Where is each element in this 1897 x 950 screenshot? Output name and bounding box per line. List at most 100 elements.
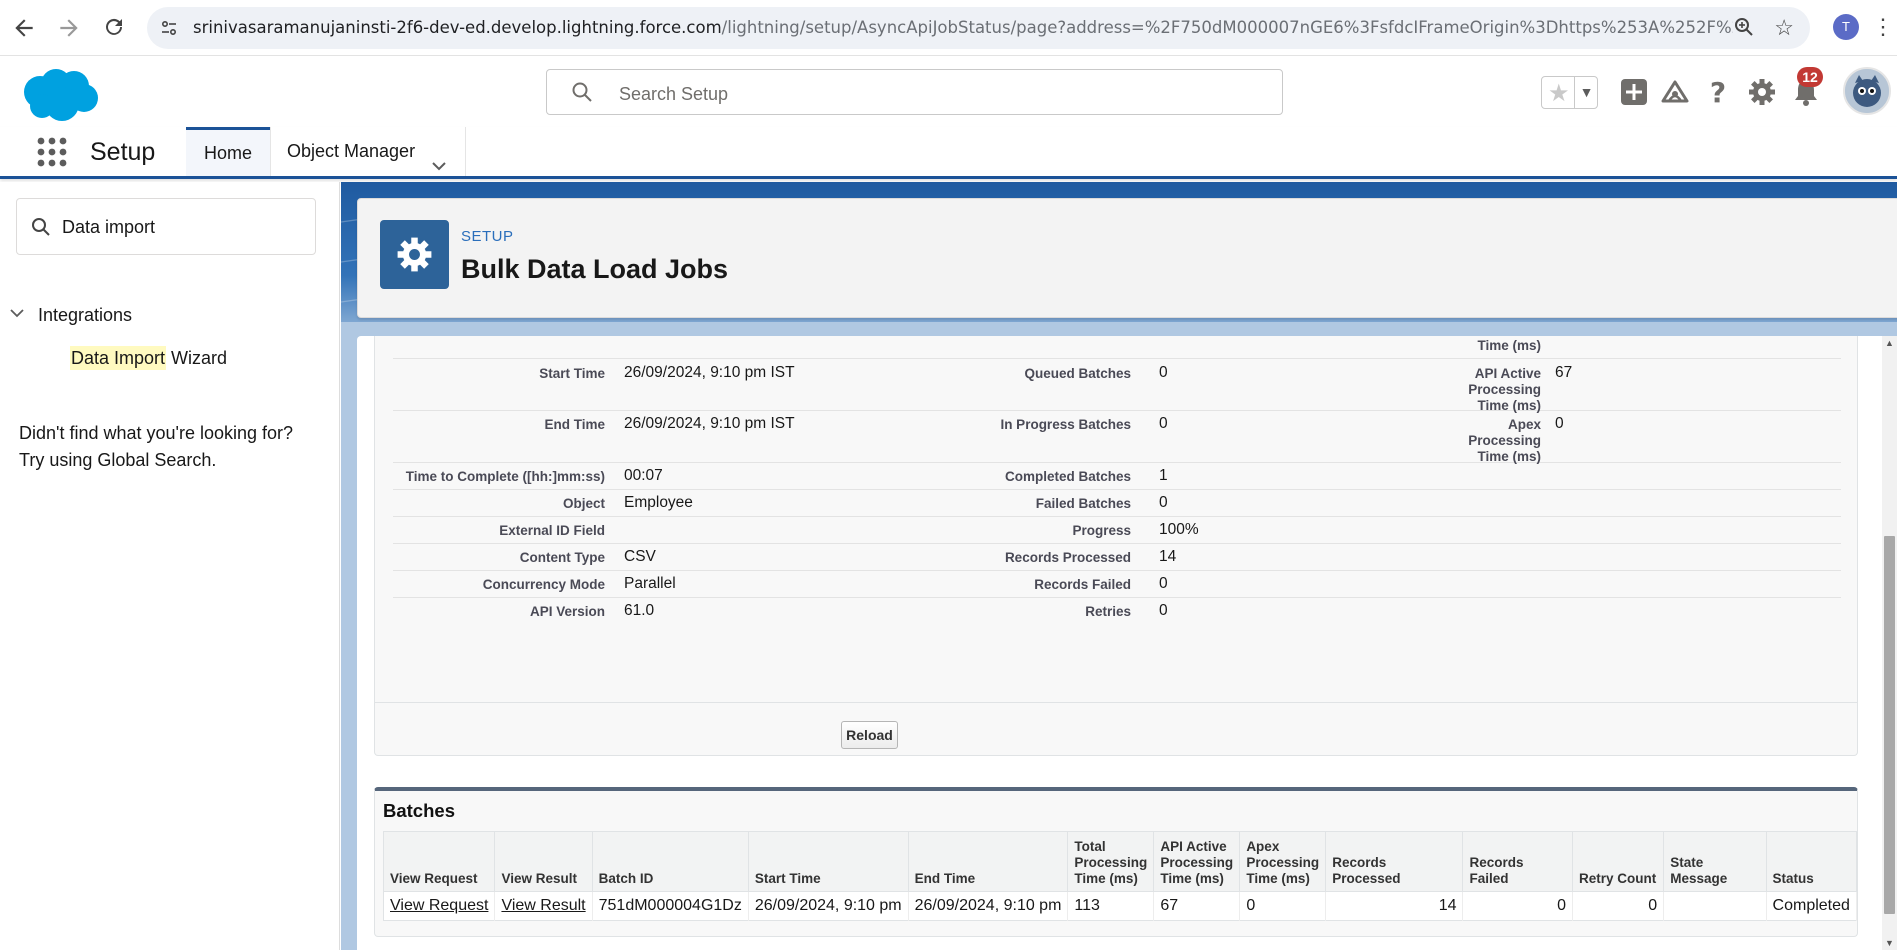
table-row: View Request View Result 751dM000004G1Dz… <box>383 891 1858 921</box>
field-value: 0 <box>1159 602 1168 619</box>
field-label: Records Processed <box>1004 550 1131 565</box>
tab-home[interactable]: Home <box>186 127 270 176</box>
table-header-row: View Request View Result Batch ID Start … <box>383 831 1858 892</box>
section-divider <box>375 702 1857 703</box>
reload-icon[interactable] <box>101 15 127 41</box>
field-label-line: Apex <box>1507 417 1541 432</box>
column-header: Status <box>1766 831 1858 892</box>
global-header: Search Setup ★ ▼ ? <box>0 57 1897 127</box>
field-label-line: Time (ms) <box>1477 398 1541 413</box>
browser-profile-avatar[interactable]: T <box>1833 14 1859 40</box>
quick-find-value: Data import <box>62 217 156 237</box>
tree-item-data-import-wizard[interactable]: Data Import Wizard <box>70 346 227 370</box>
total-time-cell: 113 <box>1067 891 1155 921</box>
tab-object-manager[interactable]: Object Manager <box>270 127 466 176</box>
bookmark-star-icon[interactable]: ☆ <box>1774 15 1794 41</box>
column-header-line: Time (ms) <box>1160 871 1224 886</box>
batches-section: Batches View Request View Result Batch I… <box>374 787 1858 937</box>
field-value: 00:07 <box>624 467 663 484</box>
retry-count-cell: 0 <box>1572 891 1665 921</box>
field-value: 1 <box>1159 467 1168 484</box>
url-path: /lightning/setup/AsyncApiJobStatus/page?… <box>721 18 1733 37</box>
row-divider <box>393 462 1841 463</box>
column-header-line: Apex <box>1246 839 1280 854</box>
batches-table: View Request View Result Batch ID Start … <box>383 831 1858 921</box>
field-label-line: API Active <box>1474 366 1541 381</box>
salesforce-logo[interactable] <box>18 66 100 122</box>
field-label: In Progress Batches <box>1000 417 1131 432</box>
batch-id-cell: 751dM000004G1Dz <box>592 891 749 921</box>
setup-sidebar: Data import Integrations Data Import Wiz… <box>0 182 340 950</box>
browser-toolbar: srinivasaramanujaninsti-2f6-dev-ed.devel… <box>0 0 1897 56</box>
row-divider <box>393 358 1841 359</box>
column-header-line: Processing <box>1074 855 1148 870</box>
column-header: State Message <box>1663 831 1767 892</box>
view-request-cell: View Request <box>383 891 496 921</box>
site-info-icon[interactable] <box>159 18 179 38</box>
job-detail-frame: Time (ms) Start Time 26/09/2024, 9:10 pm… <box>357 336 1897 950</box>
job-detail-section: Time (ms) Start Time 26/09/2024, 9:10 pm… <box>374 336 1858 756</box>
field-value: Parallel <box>624 575 676 592</box>
view-request-link[interactable]: View Request <box>390 897 488 914</box>
field-label: Completed Batches <box>1004 469 1131 484</box>
scroll-up-arrow-icon[interactable]: ▲ <box>1882 338 1897 348</box>
field-label: Object <box>562 496 605 511</box>
setup-gear-icon[interactable] <box>1747 77 1777 107</box>
global-search-hint[interactable]: Try using Global Search. <box>19 447 319 474</box>
row-divider <box>393 410 1841 411</box>
global-actions-plus-icon[interactable] <box>1619 77 1649 107</box>
scroll-down-arrow-icon[interactable]: ▼ <box>1882 938 1897 948</box>
address-bar[interactable]: srinivasaramanujaninsti-2f6-dev-ed.devel… <box>147 7 1810 49</box>
search-placeholder: Search Setup <box>619 84 729 104</box>
help-question-icon[interactable]: ? <box>1703 76 1733 109</box>
scrollbar-thumb[interactable] <box>1884 536 1895 914</box>
not-found-line-1: Didn't find what you're looking for? <box>19 423 294 443</box>
field-label: Records Failed <box>1034 577 1131 592</box>
favorites-star-icon[interactable]: ★ <box>1548 79 1570 108</box>
field-value: CSV <box>624 548 656 565</box>
field-value: 14 <box>1159 548 1177 565</box>
field-value: 0 <box>1159 575 1168 592</box>
field-value: 0 <box>1159 415 1168 432</box>
view-result-cell: View Result <box>494 891 593 921</box>
field-label-line: Time (ms) <box>1477 449 1541 464</box>
column-header: End Time <box>908 831 1069 892</box>
user-avatar[interactable] <box>1843 67 1891 115</box>
column-header-line: Time (ms) <box>1074 871 1138 886</box>
records-failed-cell: 0 <box>1462 891 1574 921</box>
back-arrow-icon[interactable] <box>11 15 37 41</box>
end-time-cell: 26/09/2024, 9:10 pm <box>908 891 1069 921</box>
reload-button[interactable]: Reload <box>841 721 898 749</box>
app-launcher-waffle-icon[interactable] <box>36 136 68 168</box>
tree-section-integrations[interactable]: Integrations <box>38 305 132 326</box>
app-name: Setup <box>90 138 156 166</box>
chevron-down-icon[interactable] <box>10 306 24 320</box>
column-header: Batch ID <box>592 831 749 892</box>
field-value: Employee <box>624 494 693 511</box>
field-value: 0 <box>1159 494 1168 511</box>
column-header: Apex Processing Time (ms) <box>1239 831 1327 892</box>
field-label: External ID Field <box>499 523 605 538</box>
browser-menu-icon[interactable]: ⋮ <box>1872 14 1894 40</box>
column-header: View Request <box>383 831 496 892</box>
not-found-message: Didn't find what you're looking for? Try… <box>19 420 319 474</box>
view-result-link[interactable]: View Result <box>501 897 585 914</box>
url-text: srinivasaramanujaninsti-2f6-dev-ed.devel… <box>193 18 1733 37</box>
forward-arrow-icon[interactable] <box>56 15 82 41</box>
favorites-dropdown-icon[interactable]: ▼ <box>1574 77 1598 108</box>
zoom-icon[interactable] <box>1734 17 1754 43</box>
svg-text:?: ? <box>1710 77 1726 107</box>
column-header: Records Failed <box>1462 831 1574 892</box>
row-divider <box>393 489 1841 490</box>
url-host: srinivasaramanujaninsti-2f6-dev-ed.devel… <box>193 18 722 37</box>
page-title: Bulk Data Load Jobs <box>461 254 729 284</box>
vertical-scrollbar[interactable]: ▲ ▼ <box>1882 336 1897 950</box>
column-header: Records Processed <box>1325 831 1464 892</box>
setup-search-input[interactable]: Search Setup <box>546 69 1283 115</box>
chevron-down-icon[interactable] <box>431 144 447 171</box>
field-label: End Time <box>544 417 605 432</box>
field-label: Retries <box>1085 604 1131 619</box>
app-navigation-bar: Setup Home Object Manager <box>0 127 1897 179</box>
trailhead-icon[interactable] <box>1660 77 1690 107</box>
quick-find-input[interactable]: Data import <box>16 198 316 255</box>
